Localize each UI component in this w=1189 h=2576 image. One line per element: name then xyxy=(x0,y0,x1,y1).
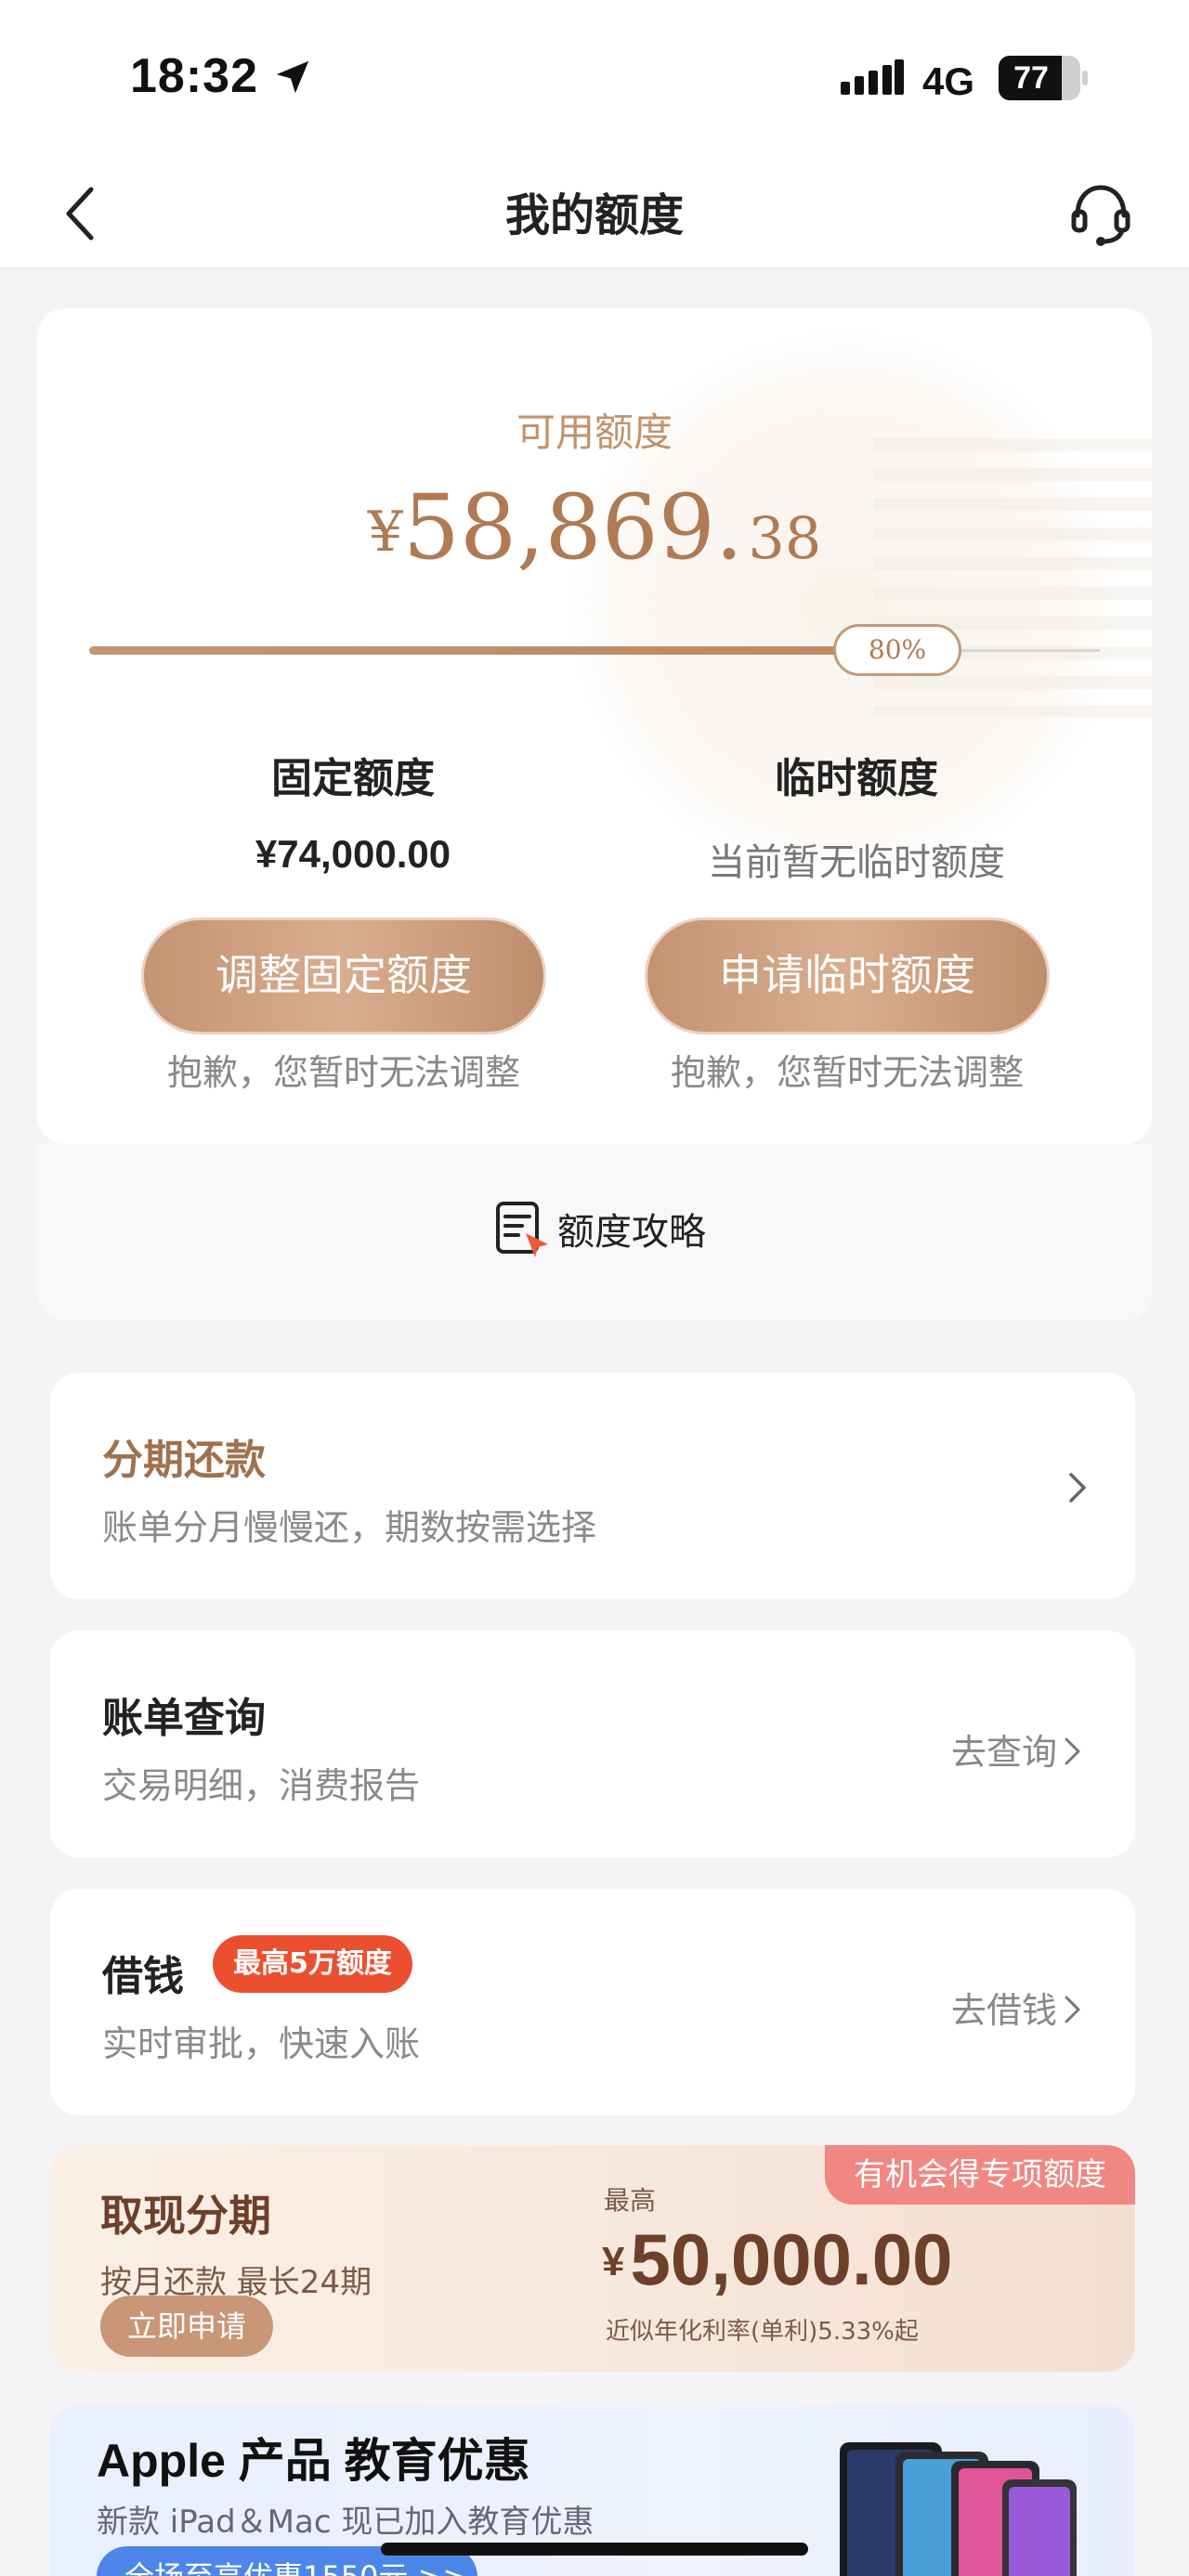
bill-query-card[interactable]: 账单查询 交易明细，消费报告 去查询 xyxy=(50,1631,1135,1857)
borrow-action[interactable]: 去借钱 xyxy=(951,1982,1083,2033)
status-time: 18:32 xyxy=(130,49,258,103)
bill-query-action-label: 去查询 xyxy=(950,1732,1057,1773)
strategy-label: 额度攻略 xyxy=(557,1211,706,1254)
temp-limit-title: 临时额度 xyxy=(775,755,938,802)
chevron-right-icon xyxy=(1065,1996,1080,2023)
borrow-title: 借钱 xyxy=(102,1953,184,2000)
apply-temp-limit-button[interactable]: 申请临时额度 xyxy=(645,917,1050,1034)
limit-progress-badge: 80% xyxy=(833,624,961,676)
bill-query-title: 账单查询 xyxy=(102,1695,266,1742)
status-bar: 18:32 4G 77 xyxy=(0,0,1189,158)
temp-limit-value: 当前暂无临时额度 xyxy=(708,841,1005,884)
apple-banner-title: Apple 产品 教育优惠 xyxy=(97,2435,530,2487)
battery-icon: 77 xyxy=(999,56,1088,100)
chevron-right-icon xyxy=(1069,1473,1086,1503)
adjust-fixed-limit-button[interactable]: 调整固定额度 xyxy=(141,917,546,1034)
cash-amount-value: 50,000.00 xyxy=(630,2218,953,2300)
currency-symbol: ¥ xyxy=(602,2239,625,2284)
interest-rate-note: 近似年化利率(单利)5.33%起 xyxy=(606,2318,919,2346)
customer-service-icon[interactable] xyxy=(1068,180,1133,247)
credit-limit-card: 可用额度 ¥58,869. 38 80% 固定额度 ¥74,000.00 临时额… xyxy=(37,308,1152,1144)
fixed-limit-note: 抱歉，您暂时无法调整 xyxy=(166,1052,520,1093)
bill-query-subtitle: 交易明细，消费报告 xyxy=(102,1765,421,1806)
borrow-card[interactable]: 借钱 最高5万额度 实时审批，快速入账 去借钱 xyxy=(50,1889,1135,2115)
apply-now-button[interactable]: 立即申请 xyxy=(100,2296,273,2357)
cash-installment-card[interactable]: 有机会得专项额度 取现分期 按月还款 最长24期 立即申请 最高 ¥50,000… xyxy=(50,2145,1135,2372)
apple-devices-image xyxy=(840,2442,1077,2576)
limit-progress-fill xyxy=(89,646,897,655)
network-type: 4G xyxy=(922,59,975,103)
borrow-subtitle: 实时审批，快速入账 xyxy=(102,2023,421,2064)
limit-strategy-link[interactable]: 额度攻略 xyxy=(37,1144,1152,1321)
amount-integer: 58,869. xyxy=(402,475,744,579)
strategy-doc-icon xyxy=(496,1202,548,1257)
amount-decimal: 38 xyxy=(748,504,822,572)
location-arrow-icon xyxy=(276,60,309,94)
max-label: 最高 xyxy=(604,2185,657,2216)
chevron-right-icon xyxy=(1065,1737,1080,1765)
home-indicator xyxy=(381,2543,808,2556)
borrow-action-label: 去借钱 xyxy=(950,1990,1057,2031)
bill-query-action[interactable]: 去查询 xyxy=(951,1724,1083,1775)
cash-installment-title: 取现分期 xyxy=(100,2191,271,2241)
fixed-limit-title: 固定额度 xyxy=(271,755,435,802)
currency-symbol: ¥ xyxy=(367,500,403,565)
temp-limit-note: 抱歉，您暂时无法调整 xyxy=(670,1052,1024,1093)
available-limit-label: 可用额度 xyxy=(516,410,673,455)
apple-banner-subtitle: 新款 iPad＆Mac 现已加入教育优惠 xyxy=(97,2504,594,2541)
fixed-limit-column: 固定额度 ¥74,000.00 xyxy=(139,745,567,877)
fixed-limit-value: ¥74,000.00 xyxy=(255,832,451,876)
page-title: 我的额度 xyxy=(504,189,684,241)
borrow-limit-badge: 最高5万额度 xyxy=(213,1935,412,1993)
installment-subtitle: 账单分月慢慢还，期数按需选择 xyxy=(102,1507,597,1548)
special-limit-tag: 有机会得专项额度 xyxy=(825,2145,1135,2205)
nav-header: 我的额度 xyxy=(0,158,1189,269)
installment-card[interactable]: 分期还款 账单分月慢慢还，期数按需选择 xyxy=(50,1373,1135,1599)
battery-percent: 77 xyxy=(1013,60,1049,96)
cash-max-amount: ¥50,000.00 xyxy=(602,2218,953,2302)
signal-icon xyxy=(841,59,904,95)
installment-title: 分期还款 xyxy=(102,1437,266,1484)
temp-limit-column: 临时额度 当前暂无临时额度 xyxy=(643,745,1070,886)
available-limit-amount: ¥58,869. 38 xyxy=(37,475,1152,579)
